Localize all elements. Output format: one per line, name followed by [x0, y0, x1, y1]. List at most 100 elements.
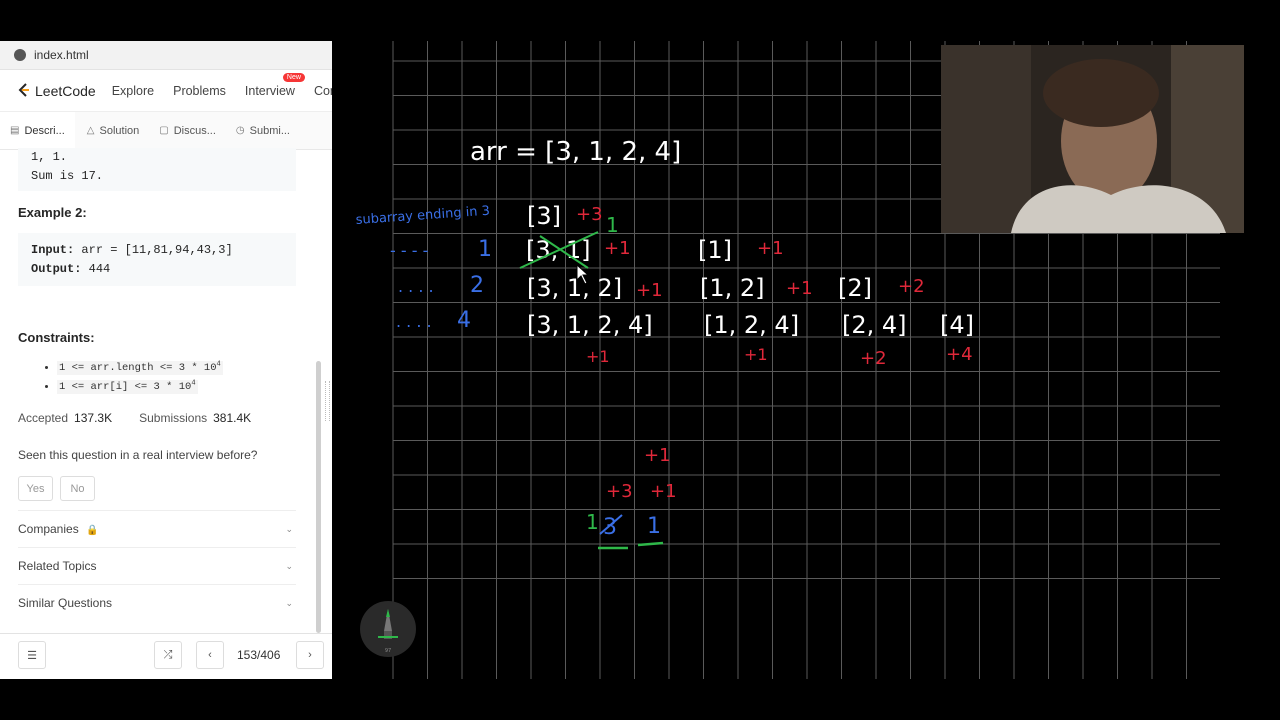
arr-label: arr = [3, 1, 2, 4]: [470, 137, 681, 167]
plus-1-d: +1: [757, 238, 784, 259]
submissions-label: Submissions: [139, 411, 208, 425]
code-line: Output: 444: [31, 260, 283, 279]
stack-green-1: 1: [586, 510, 599, 534]
webcam-feed: [941, 45, 1244, 233]
pen-tool-button[interactable]: 97: [360, 601, 416, 657]
subarray-1: [1]: [698, 236, 732, 264]
stack-plus-1-top: +1: [644, 445, 671, 466]
marker-4: 4: [457, 308, 471, 333]
stack-plus-3: +3: [606, 481, 633, 502]
constraint-exp: 4: [216, 360, 221, 368]
tab-submissions-label: Submi...: [249, 124, 290, 137]
browser-tab-bar: index.html: [0, 41, 332, 70]
tab-solution[interactable]: △ Solution: [77, 112, 149, 149]
constraint-item: 1 <= arr.length <= 3 * 104: [57, 355, 316, 375]
accepted-value: 137.3K: [74, 411, 113, 425]
chevron-left-icon: ‹: [208, 649, 212, 661]
output-label: Output:: [31, 261, 82, 276]
plus-1-e: +1: [786, 278, 813, 299]
subarray-1-2-4: [1, 2, 4]: [704, 311, 799, 339]
example1-tail: 1, 1. Sum is 17.: [18, 148, 296, 191]
constraint-text: 1 <= arr.length <= 3 * 10: [59, 361, 217, 374]
marker-2: 2: [470, 273, 484, 298]
input-label: Input:: [31, 243, 75, 257]
interview-question: Seen this question in a real interview b…: [18, 448, 258, 462]
plus-1-b: +1: [636, 280, 663, 301]
similar-questions-section[interactable]: Similar Questions ⌄: [18, 584, 296, 621]
description-icon: ▤: [10, 125, 20, 136]
constraints-list: 1 <= arr.length <= 3 * 104 1 <= arr[i] <…: [0, 355, 316, 394]
nav-interview[interactable]: Interview New: [244, 72, 305, 98]
subarray-2: [2]: [838, 274, 872, 302]
plus-3-red: +3: [576, 204, 603, 225]
example2-title: Example 2:: [18, 205, 87, 220]
nav-contest[interactable]: Conte: [314, 84, 332, 98]
code-line: Sum is 17.: [31, 168, 104, 183]
random-button[interactable]: ⤮: [154, 641, 182, 669]
plus-1-c: +1: [586, 347, 610, 366]
new-badge: New: [282, 72, 305, 82]
leetcode-logo[interactable]: LeetCode: [18, 83, 96, 99]
plus-1-f: +1: [744, 345, 768, 364]
companies-section[interactable]: Companies 🔒 ⌄: [18, 510, 296, 547]
list-icon: ☰: [27, 649, 37, 662]
problem-list-button[interactable]: ☰: [18, 641, 46, 669]
plus-2-b: +2: [860, 348, 887, 369]
scrollbar[interactable]: [316, 361, 321, 633]
chevron-down-icon: ⌄: [285, 597, 293, 608]
submissions-value: 381.4K: [213, 411, 252, 425]
stack-value-1: 1: [647, 514, 661, 539]
top-navbar: LeetCode Explore Problems Interview New C…: [0, 70, 332, 112]
nav-explore[interactable]: Explore: [112, 84, 154, 98]
tab-discuss-label: Discus...: [173, 124, 216, 137]
leetcode-panel: index.html LeetCode Explore Problems Int…: [0, 41, 332, 679]
yes-button[interactable]: Yes: [18, 476, 53, 501]
nav-problems[interactable]: Problems: [173, 84, 226, 98]
problem-tabs: ▤ Descri... △ Solution ▢ Discus... ◷ Submi..…: [0, 112, 332, 150]
pager-label: 153/406: [237, 648, 281, 662]
stack-underline-b: [637, 541, 664, 547]
chevron-down-icon: ⌄: [285, 560, 293, 571]
chevron-right-icon: ›: [308, 649, 312, 661]
tab-description-label: Descri...: [24, 124, 65, 137]
discuss-icon: ▢: [159, 125, 169, 136]
plus-2-a: +2: [898, 276, 925, 297]
similar-questions-label: Similar Questions: [18, 596, 113, 610]
plus-1-a: +1: [604, 238, 631, 259]
stack-plus-1: +1: [650, 481, 677, 502]
flask-icon: △: [86, 125, 95, 136]
globe-icon: [14, 49, 26, 61]
constraints-title: Constraints:: [18, 330, 95, 345]
leetcode-logo-icon: [18, 83, 29, 97]
interview-buttons: Yes No: [18, 476, 316, 501]
tab-discuss[interactable]: ▢ Discus...: [149, 112, 226, 149]
constraint-exp: 4: [191, 379, 196, 387]
subarray-1-2: [1, 2]: [700, 274, 765, 302]
panel-resize-handle[interactable]: [325, 381, 330, 421]
subarray-4: [4]: [940, 311, 974, 339]
pen-size-label: 97: [385, 648, 391, 654]
next-button[interactable]: ›: [296, 641, 324, 669]
stats-row: Accepted 137.3K Submissions 381.4K: [18, 411, 316, 425]
clock-icon: ◷: [235, 125, 245, 136]
companies-label: Companies: [18, 522, 79, 536]
constraint-item: 1 <= arr[i] <= 3 * 104: [57, 374, 316, 394]
subarray-3-1-2: [3, 1, 2]: [527, 274, 622, 302]
marker-1: 1: [478, 237, 492, 262]
related-topics-label: Related Topics: [18, 559, 97, 573]
subarray-2-4: [2, 4]: [842, 311, 907, 339]
dash-annotation-2: . . . .: [398, 277, 434, 296]
constraint-text: 1 <= arr[i] <= 3 * 10: [59, 380, 192, 393]
subarray-annotation: subarray ending in 3: [355, 204, 490, 228]
tab-description[interactable]: ▤ Descri...: [0, 112, 75, 149]
nav-interview-label: Interview: [244, 83, 295, 98]
plus-4: +4: [946, 344, 973, 365]
tab-submissions[interactable]: ◷ Submi...: [226, 112, 300, 149]
prev-button[interactable]: ‹: [196, 641, 224, 669]
example2-block: Input: arr = [11,81,94,43,3] Output: 444: [18, 233, 296, 286]
subarray-3: [3]: [527, 202, 561, 230]
browser-tab-title: index.html: [34, 48, 89, 62]
no-button[interactable]: No: [60, 476, 95, 501]
problem-description: 1, 1. Sum is 17. Example 2: Input: arr =…: [0, 148, 316, 633]
related-topics-section[interactable]: Related Topics ⌄: [18, 547, 296, 584]
